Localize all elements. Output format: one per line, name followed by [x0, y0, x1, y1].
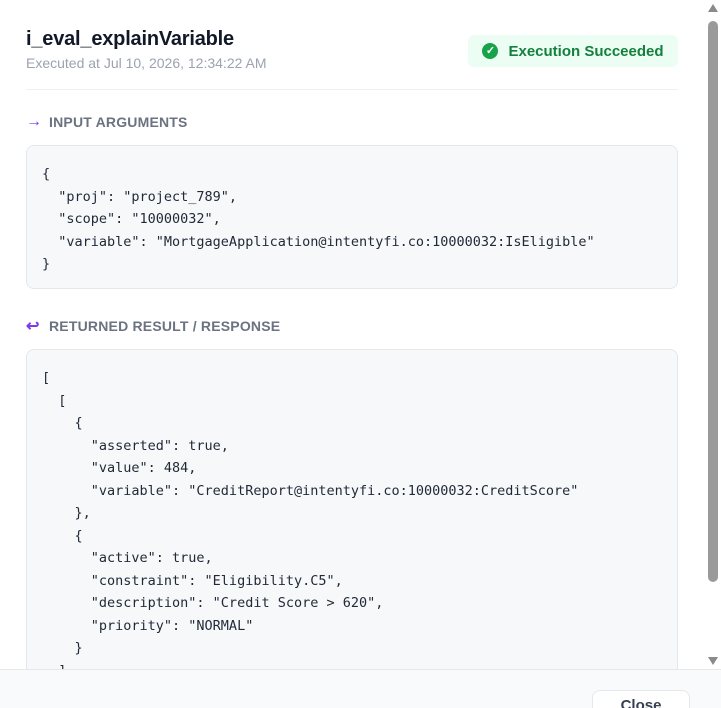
scroll-down-arrow-icon[interactable]	[708, 657, 718, 665]
scroll-up-arrow-icon[interactable]	[708, 4, 718, 12]
dialog-content: i_eval_explainVariable Executed at Jul 1…	[0, 0, 704, 669]
returned-result-label: RETURNED RESULT / RESPONSE	[49, 318, 281, 334]
dialog-header: i_eval_explainVariable Executed at Jul 1…	[26, 0, 678, 90]
close-button[interactable]: Close	[592, 690, 690, 708]
input-arguments-heading: → INPUT ARGUMENTS	[26, 112, 678, 132]
status-label: Execution Succeeded	[508, 42, 664, 60]
status-badge: ✓ Execution Succeeded	[468, 35, 678, 67]
input-arguments-label: INPUT ARGUMENTS	[49, 114, 188, 130]
returned-result-heading: ↩ RETURNED RESULT / RESPONSE	[26, 316, 678, 336]
vertical-scrollbar[interactable]	[704, 0, 721, 669]
tool-title: i_eval_explainVariable	[26, 28, 234, 50]
execution-timestamp: Executed at Jul 10, 2026, 12:34:22 AM	[26, 55, 267, 71]
returned-result-code: [ [ { "asserted": true, "value": 484, "v…	[26, 349, 678, 669]
dialog-scroll-area[interactable]: i_eval_explainVariable Executed at Jul 1…	[0, 0, 704, 669]
input-arguments-code: { "proj": "project_789", "scope": "10000…	[26, 145, 678, 289]
scrollbar-thumb[interactable]	[708, 21, 718, 582]
check-circle-icon: ✓	[482, 43, 499, 59]
dialog-footer: Close	[0, 669, 721, 708]
reply-icon: ↩	[26, 318, 40, 335]
arrow-right-icon: →	[26, 113, 43, 130]
